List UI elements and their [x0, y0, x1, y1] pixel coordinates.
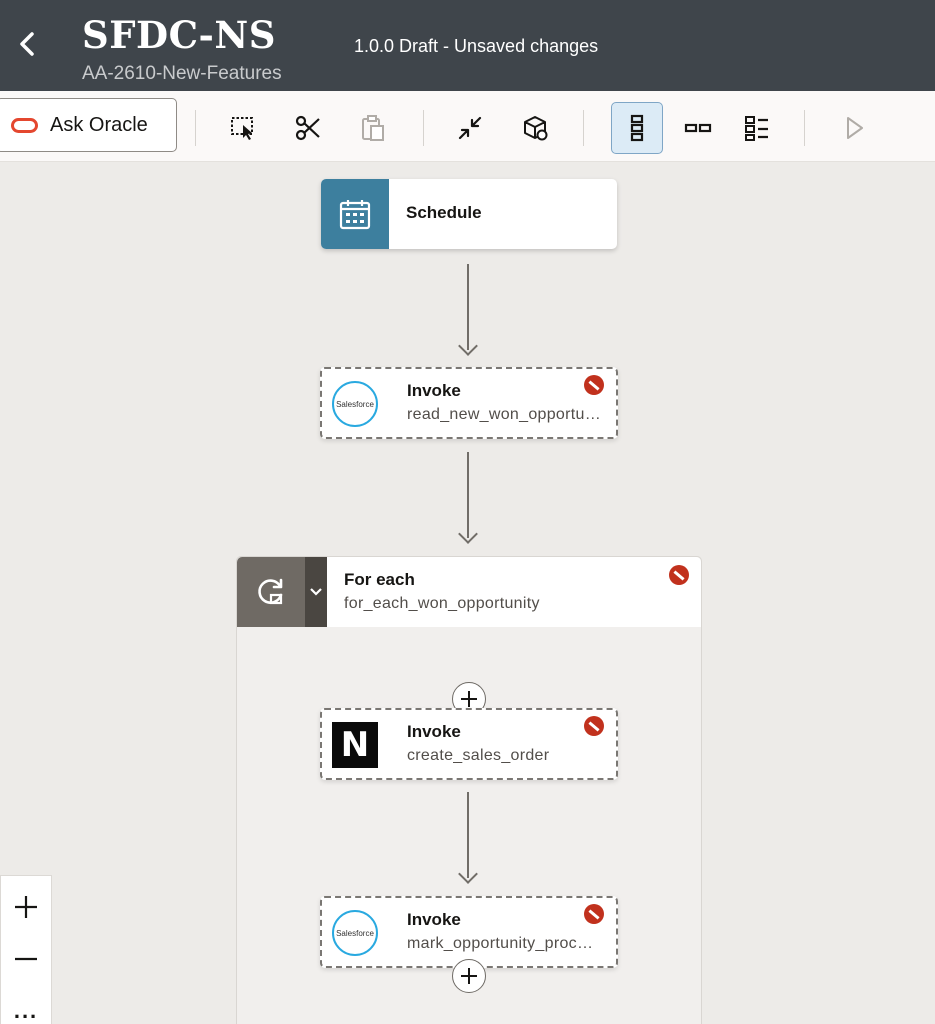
app-header: SFDC-NS AA-2610-New-Features 1.0.0 Draft…: [0, 0, 935, 91]
pseudo-layout-button[interactable]: [731, 102, 783, 154]
collapse-toggle[interactable]: [305, 557, 327, 627]
paste-button[interactable]: [347, 102, 399, 154]
horizontal-layout-button[interactable]: [672, 102, 724, 154]
for-each-title: For each: [344, 570, 415, 589]
error-icon[interactable]: [669, 565, 689, 585]
salesforce-logo-icon: Salesforce: [332, 381, 378, 427]
vertical-layout-button[interactable]: [611, 102, 663, 154]
zoom-controls: ...: [0, 875, 52, 1024]
invoke-node-name: create_sales_order: [407, 747, 550, 764]
for-each-header[interactable]: For each for_each_won_opportunity: [237, 557, 701, 627]
invoke-node-mark-processed[interactable]: Salesforce Invoke mark_opportunity_proce…: [320, 896, 618, 968]
package-button[interactable]: [509, 102, 561, 154]
run-button[interactable]: [828, 102, 880, 154]
collapse-icon: [458, 116, 482, 140]
invoke-node-title: Invoke: [407, 910, 461, 929]
netsuite-logo-icon: N: [332, 722, 378, 768]
ask-oracle-label: Ask Oracle: [50, 113, 148, 136]
paste-icon: [362, 115, 384, 141]
invoke-node-title: Invoke: [407, 381, 461, 400]
invoke-node-create-sales-order[interactable]: N Invoke create_sales_order: [320, 708, 618, 780]
integration-identifier: AA-2610-New-Features: [82, 63, 282, 84]
run-icon: [847, 117, 863, 139]
zoom-out-button[interactable]: [1, 934, 51, 984]
error-icon[interactable]: [584, 716, 604, 736]
minus-icon: [15, 957, 37, 961]
chevron-left-icon: [20, 32, 34, 56]
schedule-icon-tile: [321, 179, 389, 249]
plus-icon: [15, 896, 37, 918]
invoke-node-name: read_new_won_opportunities: [407, 406, 601, 423]
netsuite-logo-letter: N: [340, 725, 370, 765]
cut-icon: [295, 115, 320, 141]
invoke-node-name: mark_opportunity_processed: [407, 935, 601, 952]
integration-title: SFDC-NS: [82, 13, 276, 57]
arrow-down-icon: [458, 524, 478, 544]
package-icon: [524, 116, 548, 141]
horizontal-layout-icon: [684, 123, 712, 133]
toolbar-divider: [583, 110, 584, 146]
salesforce-logo-icon: Salesforce: [332, 910, 378, 956]
invoke-node-title: Invoke: [407, 722, 461, 741]
more-options-button[interactable]: ...: [1, 986, 51, 1024]
toolbar-divider: [423, 110, 424, 146]
vertical-layout-icon: [630, 114, 644, 142]
toolbar: Ask Oracle: [0, 91, 935, 162]
for-each-name: for_each_won_opportunity: [344, 595, 540, 612]
error-icon[interactable]: [584, 904, 604, 924]
plus-icon: [461, 691, 477, 707]
for-each-icon-tile: [237, 557, 305, 627]
ask-oracle-button[interactable]: Ask Oracle: [0, 98, 177, 152]
add-action-button[interactable]: [452, 959, 486, 993]
loop-icon: [258, 578, 283, 605]
back-button[interactable]: [14, 28, 42, 60]
invoke-node-read-opportunities[interactable]: Salesforce Invoke read_new_won_opportuni…: [320, 367, 618, 439]
select-icon: [231, 117, 253, 140]
schedule-node-title: Schedule: [406, 203, 482, 222]
error-icon[interactable]: [584, 375, 604, 395]
zoom-in-button[interactable]: [1, 882, 51, 932]
flow-canvas[interactable]: Schedule Salesforce Invoke read_new_won_…: [0, 162, 935, 1024]
oracle-logo-icon: [11, 117, 38, 133]
plus-icon: [461, 968, 477, 984]
arrow-down-icon: [458, 336, 478, 356]
version-status: 1.0.0 Draft - Unsaved changes: [354, 36, 599, 56]
cut-button[interactable]: [282, 102, 334, 154]
calendar-icon: [339, 200, 371, 230]
pseudo-layout-icon: [745, 116, 768, 141]
select-button[interactable]: [217, 102, 269, 154]
toolbar-divider: [804, 110, 805, 146]
schedule-node[interactable]: Schedule: [321, 179, 617, 249]
chevron-down-icon: [310, 588, 322, 596]
collapse-button[interactable]: [444, 102, 496, 154]
toolbar-divider: [195, 110, 196, 146]
